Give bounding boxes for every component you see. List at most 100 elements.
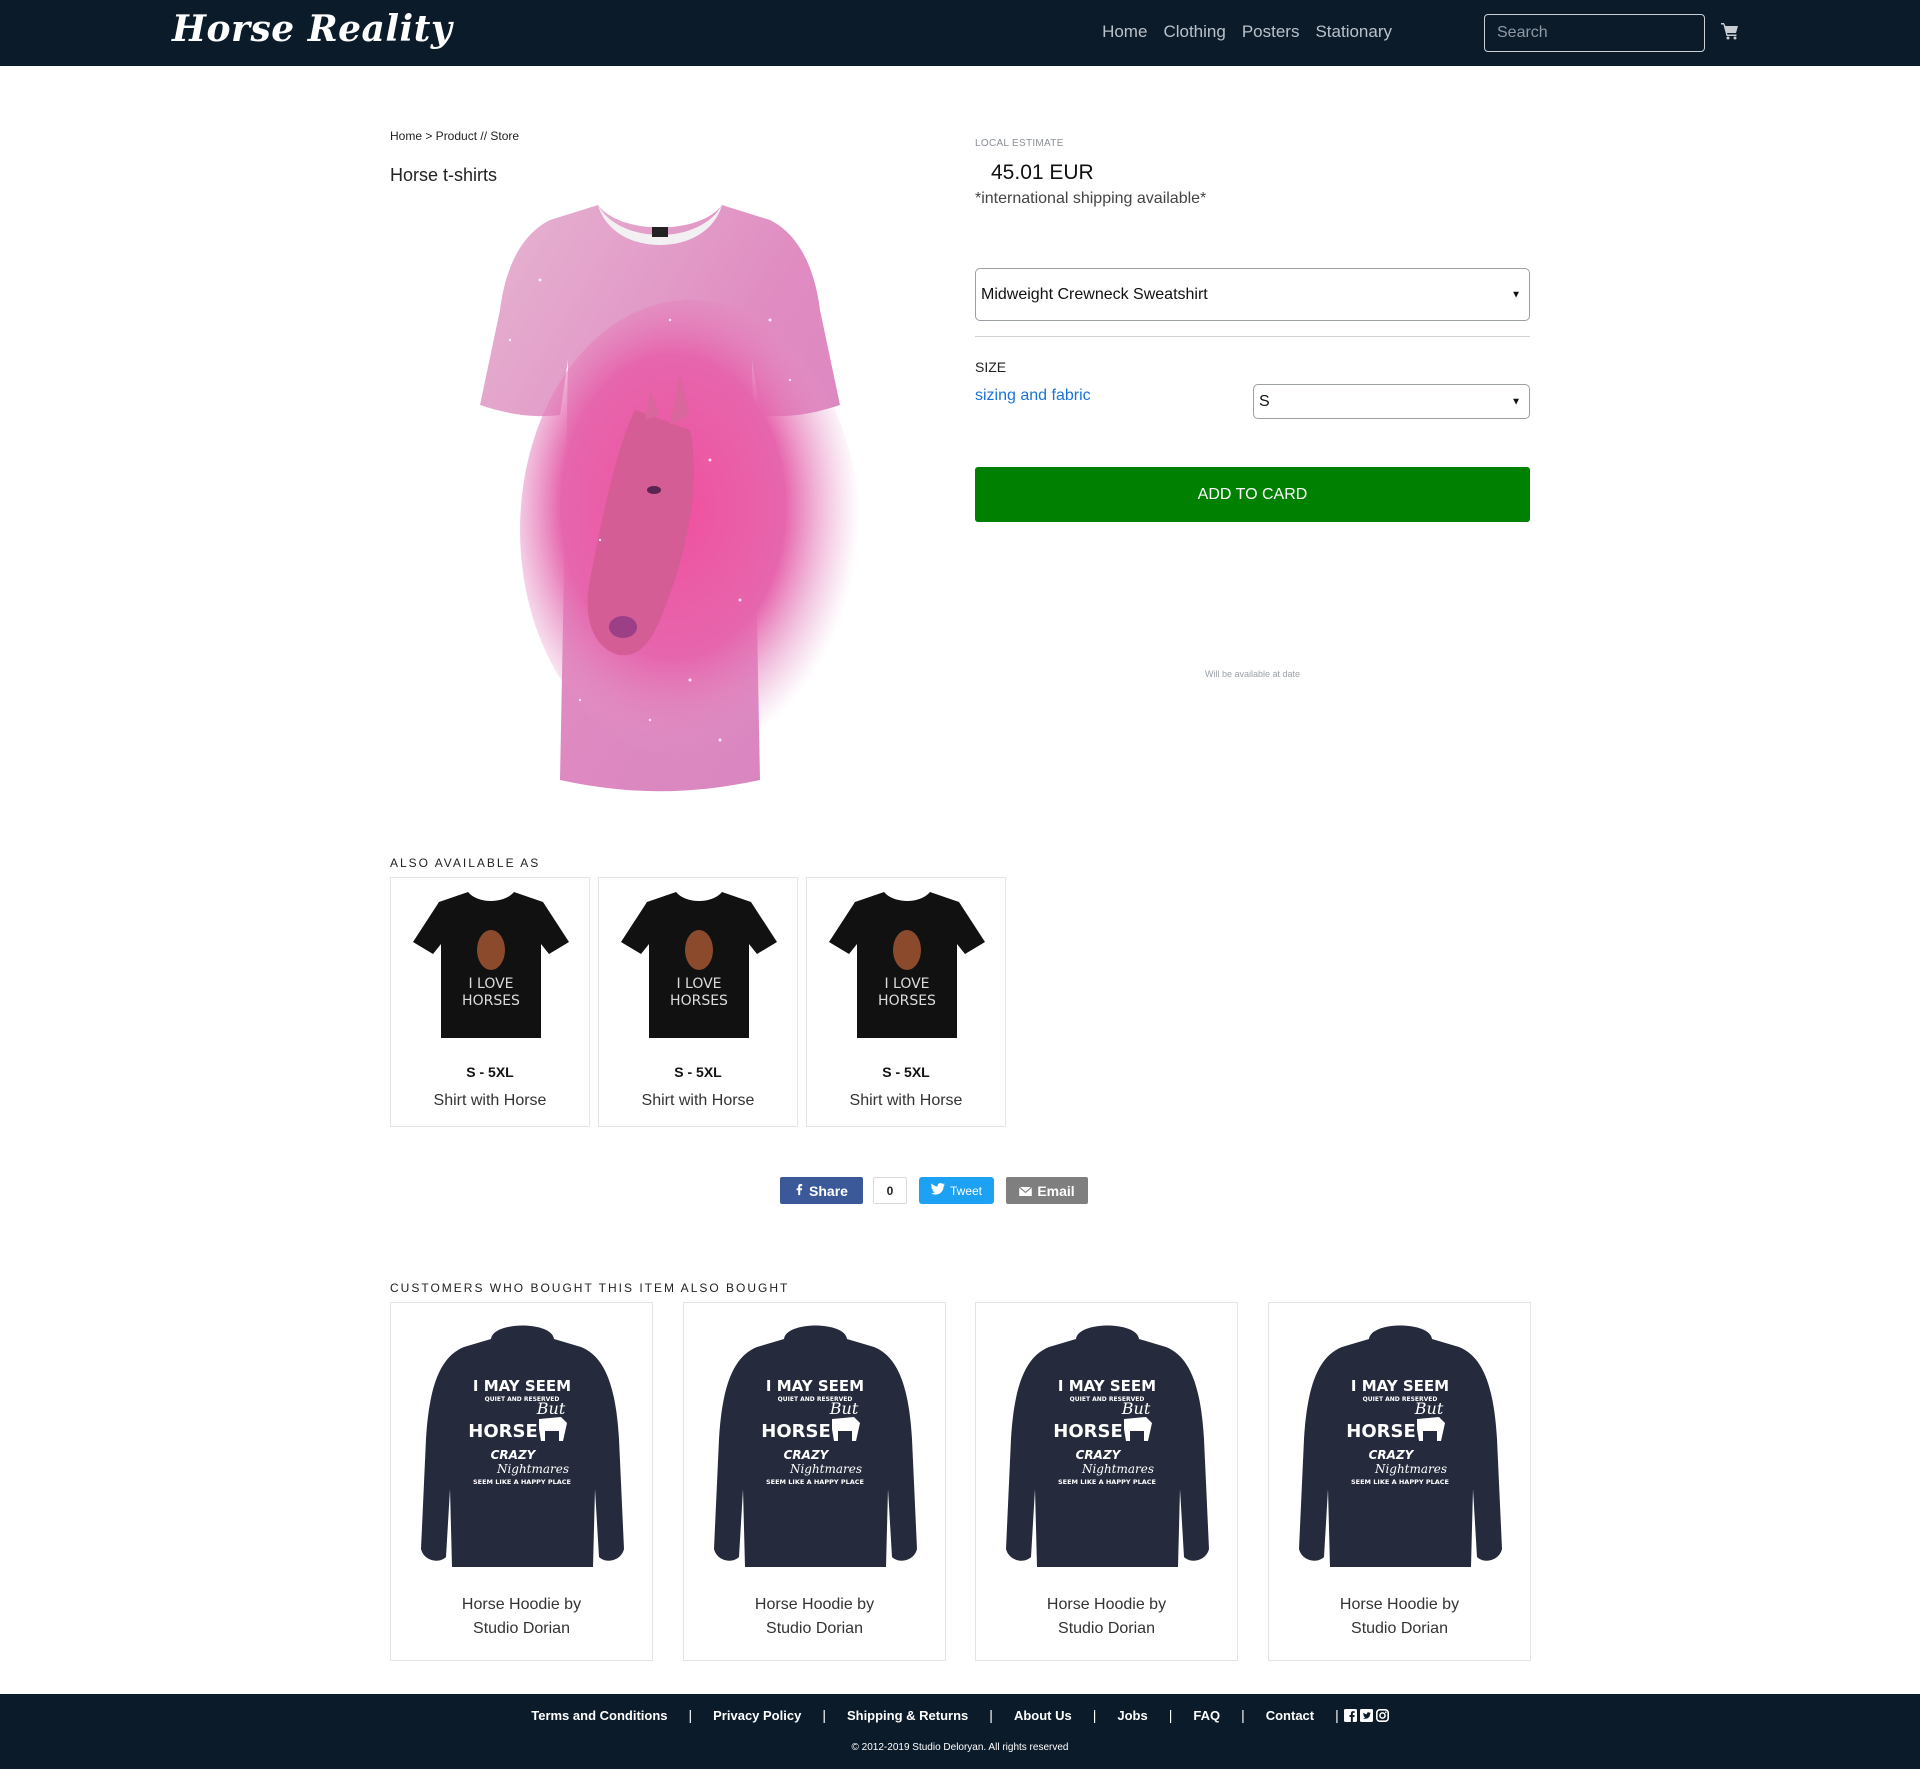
product-name-line1: Horse Hoodie by — [461, 1596, 582, 1613]
black-tshirt-image: I LOVE HORSES — [413, 892, 569, 1038]
sizing-and-fabric-link[interactable]: sizing and fabric — [975, 387, 1091, 405]
footer-link-terms[interactable]: Terms and Conditions — [531, 1708, 667, 1723]
shirt-print-text: I LOVE — [676, 976, 721, 992]
hoodie-print-text: SEEM LIKE A HAPPY PLACE — [766, 1478, 864, 1486]
footer-separator: | — [1335, 1707, 1339, 1723]
twitter-icon[interactable] — [1359, 1708, 1373, 1722]
footer-separator: | — [822, 1707, 826, 1723]
social-icons — [1343, 1708, 1389, 1722]
footer-separator: | — [989, 1707, 993, 1723]
hoodie-print-text: HORSE — [468, 1421, 538, 1442]
footer-link-faq[interactable]: FAQ — [1193, 1708, 1220, 1723]
hoodie-print-text: CRAZY — [784, 1448, 830, 1462]
hoodie-print-text: Nightmares — [789, 1462, 862, 1476]
envelope-icon — [1019, 1183, 1033, 1199]
facebook-share-button[interactable]: Share — [780, 1177, 863, 1204]
product-image — [390, 200, 930, 800]
copyright: © 2012-2019 Studio Deloryan. All rights … — [851, 1742, 1069, 1753]
product-name-line1: Horse Hoodie by — [1046, 1596, 1167, 1613]
product-name: Shirt with Horse — [849, 1092, 963, 1109]
share-count: 0 — [873, 1177, 907, 1204]
black-tshirt-image: I LOVE HORSES — [621, 892, 777, 1038]
size-range: S - 5XL — [882, 1064, 930, 1080]
hoodie-print-text: HORSE — [1053, 1421, 1123, 1442]
add-to-cart-button[interactable]: ADD TO CARD — [975, 467, 1530, 522]
footer: Terms and Conditions | Privacy Policy | … — [0, 1694, 1920, 1769]
email-share-button[interactable]: Email — [1006, 1177, 1088, 1204]
also-bought-card[interactable]: I MAY SEEM QUIET AND RESERVED But HORSE … — [975, 1302, 1238, 1661]
style-select-value: Midweight Crewneck Sweatshirt — [981, 285, 1208, 303]
also-bought-card[interactable]: I MAY SEEM QUIET AND RESERVED But HORSE … — [683, 1302, 946, 1661]
hoodie-print-text: CRAZY — [1076, 1448, 1122, 1462]
black-tshirt-image: I LOVE HORSES — [829, 892, 985, 1038]
shirt-print-text: I LOVE — [468, 976, 513, 992]
search-input[interactable] — [1484, 14, 1705, 52]
product-name: Horse Hoodie by Studio Dorian — [684, 1593, 945, 1641]
navy-hoodie-image: I MAY SEEM QUIET AND RESERVED But HORSE … — [1006, 1325, 1209, 1567]
product-name: Shirt with Horse — [433, 1092, 547, 1109]
shirt-print-text: I LOVE — [884, 976, 929, 992]
footer-links: Terms and Conditions | Privacy Policy | … — [0, 1707, 1920, 1723]
shipping-note: *international shipping available* — [975, 190, 1207, 207]
product-name: Horse Hoodie by Studio Dorian — [976, 1593, 1237, 1641]
footer-separator: | — [1168, 1707, 1173, 1723]
hoodie-print-text: I MAY SEEM — [1058, 1377, 1156, 1395]
hoodie-print-text: But — [536, 1399, 566, 1418]
size-range: S - 5XL — [674, 1064, 722, 1080]
nav-link-posters[interactable]: Posters — [1242, 22, 1300, 42]
product-name-line1: Horse Hoodie by — [754, 1596, 875, 1613]
footer-link-about[interactable]: About Us — [1014, 1708, 1072, 1723]
shirt-print-text: HORSES — [878, 993, 936, 1009]
hoodie-print-text: SEEM LIKE A HAPPY PLACE — [1058, 1478, 1156, 1486]
divider — [975, 336, 1530, 337]
footer-link-privacy[interactable]: Privacy Policy — [713, 1708, 801, 1723]
twitter-tweet-label: Tweet — [949, 1183, 982, 1198]
hoodie-print-text: I MAY SEEM — [473, 1377, 571, 1395]
nav-link-clothing[interactable]: Clothing — [1163, 22, 1225, 42]
shirt-print-text: HORSES — [462, 993, 520, 1009]
hoodie-print-text: Nightmares — [496, 1462, 569, 1476]
hoodie-print-text: SEEM LIKE A HAPPY PLACE — [473, 1478, 571, 1486]
hoodie-print-text: HORSE — [761, 1421, 831, 1442]
also-available-card[interactable]: I LOVE HORSES S - 5XL Shirt with Horse — [390, 877, 590, 1127]
twitter-tweet-button[interactable]: Tweet — [919, 1177, 994, 1204]
nav-link-stationary[interactable]: Stationary — [1315, 22, 1392, 42]
footer-link-shipping[interactable]: Shipping & Returns — [847, 1708, 968, 1723]
instagram-icon[interactable] — [1375, 1708, 1389, 1722]
cart-icon[interactable] — [1721, 22, 1739, 40]
also-bought-card[interactable]: I MAY SEEM QUIET AND RESERVED But HORSE … — [1268, 1302, 1531, 1661]
footer-separator: | — [688, 1707, 693, 1723]
size-label: SIZE — [975, 359, 1007, 375]
product-name-line2: Studio Dorian — [1351, 1620, 1448, 1637]
caret-down-icon: ▼ — [1511, 289, 1521, 300]
hoodie-print-text: HORSE — [1346, 1421, 1416, 1442]
hoodie-print-text: Nightmares — [1081, 1462, 1154, 1476]
product-name-line2: Studio Dorian — [766, 1620, 863, 1637]
hoodie-print-text: Nightmares — [1374, 1462, 1447, 1476]
navy-hoodie-image: I MAY SEEM QUIET AND RESERVED But HORSE … — [421, 1325, 624, 1567]
footer-link-jobs[interactable]: Jobs — [1117, 1708, 1147, 1723]
facebook-share-label: Share — [809, 1182, 848, 1199]
navy-hoodie-image: I MAY SEEM QUIET AND RESERVED But HORSE … — [1299, 1325, 1502, 1567]
site-logo[interactable]: Horse Reality — [172, 8, 452, 50]
style-select[interactable]: Midweight Crewneck Sweatshirt ▼ — [975, 268, 1530, 321]
product-name-line1: Horse Hoodie by — [1339, 1596, 1460, 1613]
main-nav: Home Clothing Posters Stationary — [1086, 22, 1392, 42]
footer-link-contact[interactable]: Contact — [1266, 1708, 1314, 1723]
navbar: Horse Reality Home Clothing Posters Stat… — [0, 0, 1920, 66]
estimate-label: LOCAL ESTIMATE — [975, 138, 1064, 149]
also-bought-card[interactable]: I MAY SEEM QUIET AND RESERVED But HORSE … — [390, 1302, 653, 1661]
also-available-card[interactable]: I LOVE HORSES S - 5XL Shirt with Horse — [598, 877, 798, 1127]
hoodie-print-text: But — [829, 1399, 859, 1418]
product-name: Horse Hoodie by Studio Dorian — [391, 1593, 652, 1641]
nav-link-home[interactable]: Home — [1102, 22, 1147, 42]
footer-separator: | — [1092, 1707, 1097, 1723]
facebook-icon[interactable] — [1343, 1708, 1357, 1722]
also-available-card[interactable]: I LOVE HORSES S - 5XL Shirt with Horse — [806, 877, 1006, 1127]
breadcrumb[interactable]: Home > Product // Store — [390, 129, 519, 143]
size-select[interactable]: S ▼ — [1253, 384, 1530, 419]
hoodie-print-text: But — [1121, 1399, 1151, 1418]
product-name-line2: Studio Dorian — [473, 1620, 570, 1637]
price: 45.01 EUR — [991, 161, 1094, 184]
product-name-line2: Studio Dorian — [1058, 1620, 1155, 1637]
